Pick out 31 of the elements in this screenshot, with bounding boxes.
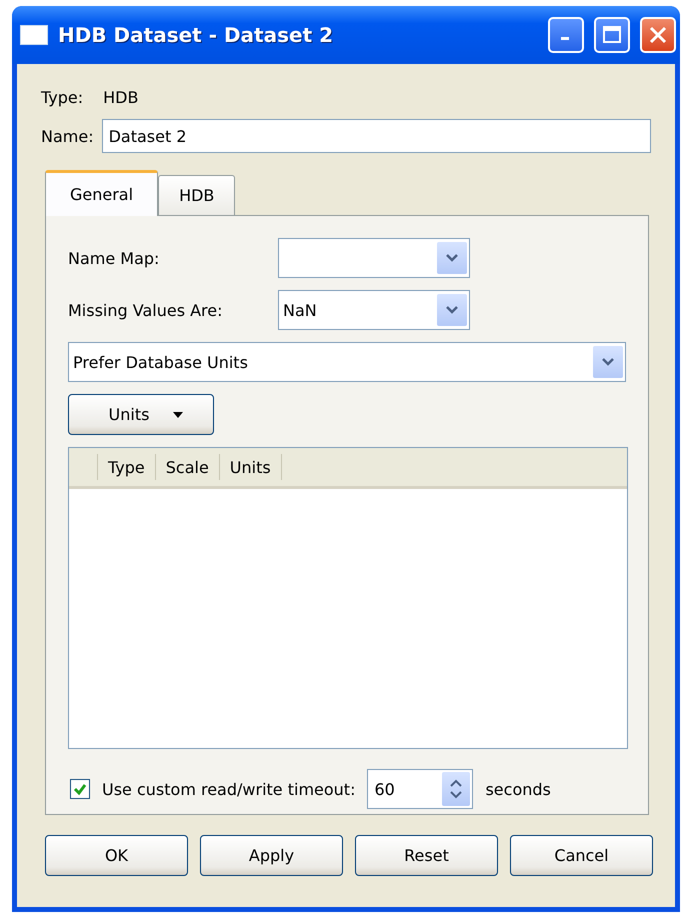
dialog-button[interactable]: Cancel [510, 835, 653, 876]
minimize-icon[interactable] [548, 17, 584, 53]
units-button[interactable]: Units [68, 394, 214, 435]
name-label: Name: [41, 126, 94, 146]
column-header[interactable]: Type [98, 454, 156, 480]
timeout-label: Use custom read/write timeout: [102, 780, 356, 798]
caret-icon [173, 412, 184, 418]
seconds-label: seconds [485, 780, 551, 798]
name-map-dropdown[interactable] [278, 238, 470, 278]
dialog-button[interactable]: OK [45, 835, 188, 876]
missing-values-label: Missing Values Are: [68, 300, 224, 320]
name-field[interactable]: Dataset 2 [102, 119, 651, 153]
dialog-button[interactable]: Apply [200, 835, 343, 876]
column-header[interactable]: Scale [156, 454, 220, 480]
missing-values-dropdown[interactable]: NaN [278, 290, 470, 330]
window-icon [20, 25, 48, 45]
type-value: HDB [103, 88, 138, 107]
type-label: Type: [41, 88, 84, 107]
name-map-label: Name Map: [68, 248, 160, 268]
tab[interactable]: HDB [158, 175, 236, 215]
close-icon[interactable] [640, 17, 676, 53]
window-title: HDB Dataset - Dataset 2 [58, 23, 334, 47]
dialog-button[interactable]: Reset [355, 835, 498, 876]
units-preference-dropdown[interactable]: Prefer Database Units [68, 342, 626, 382]
checkmark-icon [73, 782, 87, 796]
maximize-icon[interactable] [594, 17, 630, 53]
timeout-spinner[interactable]: 60 [367, 769, 474, 809]
timeout-checkbox[interactable] [70, 779, 90, 799]
tab[interactable]: General [45, 170, 158, 216]
spinner-arrows-icon[interactable] [442, 772, 470, 806]
column-header[interactable]: Units [220, 454, 282, 480]
